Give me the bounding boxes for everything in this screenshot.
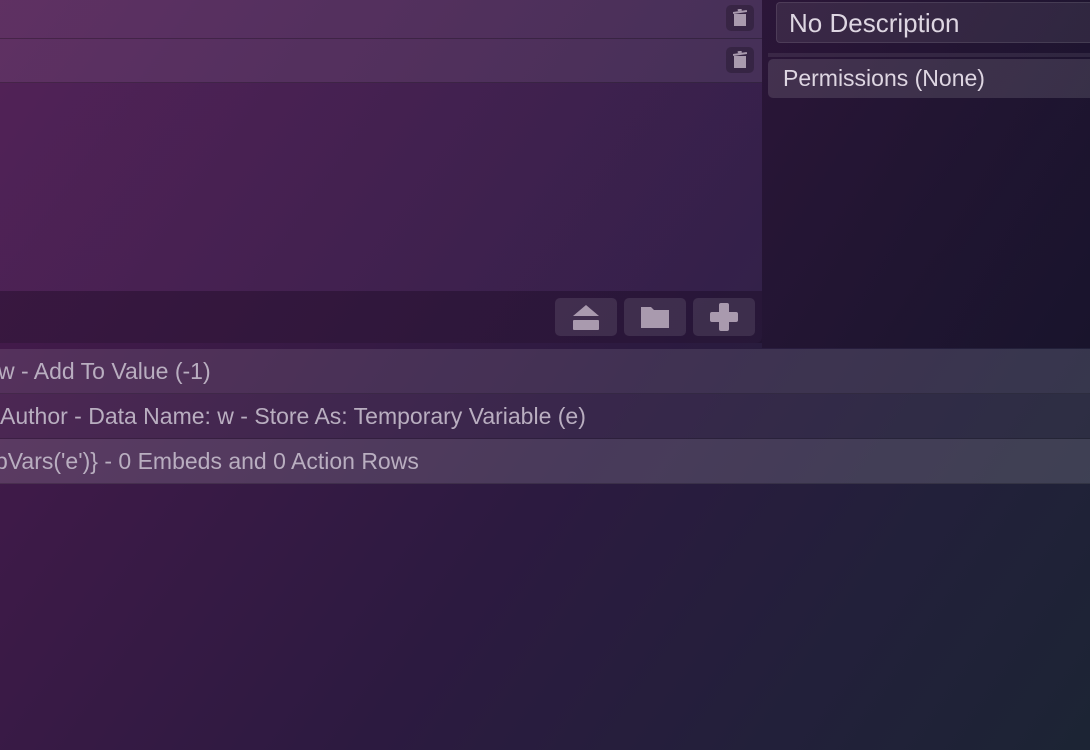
- description-field[interactable]: No Description: [776, 2, 1090, 43]
- delete-button[interactable]: [726, 5, 754, 31]
- action-label: Author - Data Name: w - Store As: Tempor…: [0, 403, 586, 429]
- action-label: pVars('e')} - 0 Embeds and 0 Action Rows: [0, 448, 419, 474]
- trash-icon: [733, 9, 747, 26]
- list-item[interactable]: [0, 39, 762, 83]
- folder-button[interactable]: [624, 298, 686, 336]
- eject-button[interactable]: [555, 298, 617, 336]
- action-row[interactable]: w - Add To Value (-1): [0, 349, 1090, 394]
- list-item[interactable]: [0, 0, 762, 39]
- eject-icon: [573, 305, 599, 330]
- plus-icon: [710, 303, 738, 331]
- action-label: w - Add To Value (-1): [0, 358, 211, 384]
- divider: [768, 53, 1090, 57]
- permissions-button[interactable]: Permissions (None): [768, 59, 1090, 98]
- trash-icon: [733, 51, 747, 68]
- add-button[interactable]: [693, 298, 755, 336]
- action-row[interactable]: pVars('e')} - 0 Embeds and 0 Action Rows: [0, 439, 1090, 484]
- folder-icon: [641, 307, 669, 328]
- action-row[interactable]: Author - Data Name: w - Store As: Tempor…: [0, 394, 1090, 439]
- delete-button[interactable]: [726, 47, 754, 73]
